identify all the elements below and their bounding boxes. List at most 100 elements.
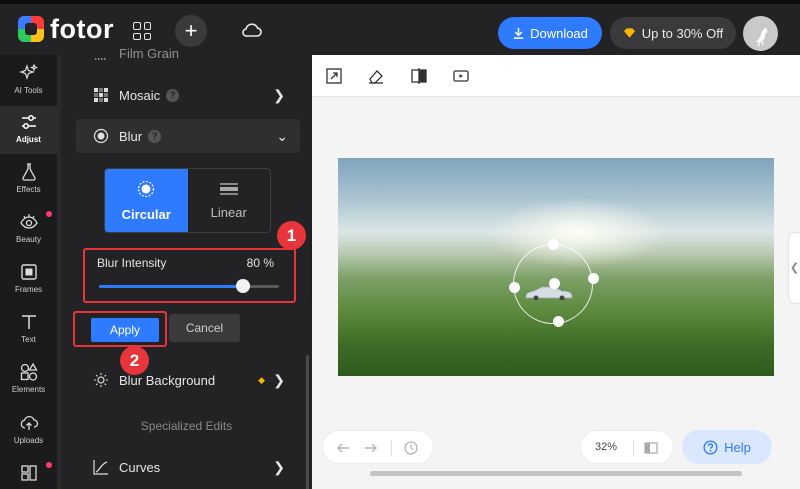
slider-fill: [99, 285, 243, 288]
expand-right-panel-button[interactable]: ❮: [788, 232, 800, 304]
circular-blur-icon: [138, 180, 155, 197]
ring-handle-bottom[interactable]: [552, 315, 564, 327]
blur-mode-circular[interactable]: Circular: [105, 169, 188, 232]
rail-label-elements: Elements: [11, 385, 46, 394]
apps-grid-icon[interactable]: [133, 22, 151, 40]
mosaic-row[interactable]: Mosaic ? ❯: [79, 78, 299, 112]
help-label: Help: [724, 439, 751, 455]
help-question-icon[interactable]: ?: [148, 129, 162, 143]
rail-label-adjust: Adjust: [16, 135, 41, 144]
help-question-icon[interactable]: ?: [166, 88, 180, 102]
apply-highlight: Apply: [73, 311, 167, 347]
cancel-button[interactable]: Cancel: [169, 314, 240, 342]
ring-handle-left[interactable]: [508, 281, 520, 293]
history-controls: [322, 430, 434, 464]
canvas-horizontal-scrollbar[interactable]: [370, 471, 742, 476]
mosaic-label: Mosaic: [119, 87, 161, 103]
rail-label-text: Text: [21, 335, 36, 344]
flask-icon: [21, 163, 36, 181]
callout-badge-1: 1: [277, 221, 306, 250]
rail-item-ai-tools[interactable]: AI Tools: [0, 57, 57, 105]
curves-label: Curves: [119, 459, 161, 475]
blur-intensity-label: Blur Intensity: [97, 256, 167, 270]
notification-dot: [46, 462, 52, 468]
rail-item-text[interactable]: Text: [0, 306, 57, 354]
rail-item-frames[interactable]: Frames: [0, 256, 57, 304]
blur-background-row[interactable]: Blur Background ◆ ❯: [79, 363, 299, 397]
download-icon: [513, 27, 524, 39]
avatar[interactable]: [743, 16, 778, 51]
chevron-right-icon: ❯: [273, 86, 285, 103]
blur-intensity-slider[interactable]: [99, 279, 279, 293]
eye-icon: [19, 214, 38, 229]
premium-crown-icon: ◆: [258, 374, 265, 385]
more-apps-icon: [20, 465, 37, 481]
blur-label: Blur: [119, 128, 143, 144]
rail-item-adjust[interactable]: Adjust: [0, 106, 57, 154]
help-button[interactable]: Help: [682, 430, 772, 464]
blur-mode-toggle: Circular Linear: [104, 168, 271, 233]
rail-item-more[interactable]: [0, 457, 57, 489]
rail-item-effects[interactable]: Effects: [0, 156, 57, 204]
edited-photo[interactable]: [338, 158, 774, 376]
rail-label-uploads: Uploads: [13, 436, 44, 445]
blur-row[interactable]: Blur ? ⌄: [76, 119, 300, 153]
upgrade-offer-button[interactable]: Up to 30% Off: [610, 17, 736, 49]
slider-thumb[interactable]: [236, 279, 250, 293]
fotor-editor: fotor + Download Up to 30% Off AI Tools …: [0, 0, 800, 489]
blur-mode-linear[interactable]: Linear: [188, 169, 271, 232]
curves-icon: [93, 460, 108, 475]
bird-avatar-icon: [755, 28, 768, 47]
adjust-panel: Film Grain Mosaic ? ❯ Blur ? ⌄ Circular …: [61, 46, 312, 489]
resize-icon[interactable]: [325, 67, 343, 85]
eraser-icon[interactable]: [367, 67, 385, 85]
rail-label-frames: Frames: [14, 285, 43, 294]
divider: [633, 440, 634, 456]
shapes-icon: [20, 362, 38, 381]
divider: [391, 440, 392, 456]
offer-label: Up to 30% Off: [641, 25, 724, 41]
film-grain-icon: [95, 58, 107, 60]
redo-arrow-icon[interactable]: [363, 440, 379, 456]
tool-rail: AI Tools Adjust Effects Beauty Frames Te…: [0, 55, 57, 489]
blur-background-icon: [94, 373, 108, 387]
frame-icon: [20, 264, 37, 280]
ring-center-handle[interactable]: [548, 277, 560, 289]
diamond-icon: [623, 28, 635, 38]
zoom-controls[interactable]: 32%: [580, 430, 674, 464]
video-icon[interactable]: [452, 67, 470, 85]
notification-dot: [46, 211, 52, 217]
circular-label: Circular: [121, 206, 171, 222]
zoom-level[interactable]: 32%: [595, 441, 617, 453]
linear-blur-icon: [219, 182, 238, 195]
rail-item-uploads[interactable]: Uploads: [0, 407, 57, 455]
help-circle-icon: [703, 439, 718, 455]
curves-row[interactable]: Curves ❯: [79, 450, 299, 484]
film-grain-label: Film Grain: [119, 45, 179, 61]
ring-handle-right[interactable]: [587, 272, 599, 284]
chevron-right-icon: ❯: [273, 458, 285, 475]
apply-button[interactable]: Apply: [91, 318, 159, 342]
compare-icon[interactable]: [410, 67, 428, 85]
rail-item-beauty[interactable]: Beauty: [0, 206, 57, 254]
blur-background-label: Blur Background: [119, 372, 216, 388]
canvas-toolbar: [312, 55, 800, 97]
rail-label-effects: Effects: [16, 185, 41, 194]
rail-item-elements[interactable]: Elements: [0, 356, 57, 404]
rail-label-ai-tools: AI Tools: [14, 86, 43, 95]
film-grain-row[interactable]: Film Grain: [79, 39, 299, 67]
blur-intensity-value: 80 %: [246, 256, 274, 270]
download-button[interactable]: Download: [498, 17, 602, 49]
blur-icon: [93, 128, 109, 144]
history-icon[interactable]: [403, 440, 419, 456]
blur-intensity-highlight: Blur Intensity 80 %: [83, 248, 296, 303]
undo-arrow-icon[interactable]: [335, 440, 351, 456]
logo-mark-icon: [18, 16, 44, 42]
chevron-down-icon: ⌄: [276, 127, 288, 144]
chevron-right-icon: ❯: [273, 371, 285, 388]
text-icon: [21, 315, 36, 329]
ring-handle-top[interactable]: [547, 238, 559, 250]
fit-screen-icon[interactable]: [644, 441, 658, 455]
panel-scrollbar[interactable]: [306, 355, 309, 489]
upload-icon: [20, 416, 38, 430]
